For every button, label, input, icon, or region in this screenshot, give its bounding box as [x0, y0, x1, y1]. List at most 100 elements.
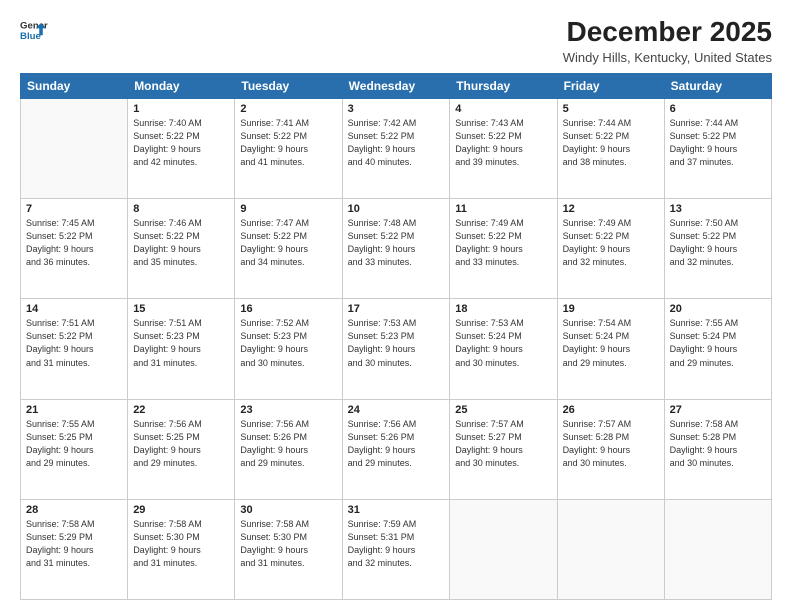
- calendar-week-3: 14 Sunrise: 7:51 AM Sunset: 5:22 PM Dayli…: [21, 299, 772, 399]
- calendar-cell: 7Sunrise: 7:45 AM Sunset: 5:22 PM Daylig…: [21, 199, 128, 299]
- day-number: 7: [26, 203, 122, 215]
- day-content: Sunrise: 7:44 AM Sunset: 5:22 PM Dayligh…: [670, 117, 766, 169]
- day-content: Sunrise: 7:49 AM Sunset: 5:22 PM Dayligh…: [563, 217, 659, 269]
- calendar-cell: 20 Sunrise: 7:55 AM Sunset: 5:24 PM Dayli…: [664, 299, 771, 399]
- day-number: 22: [133, 404, 229, 416]
- calendar-cell: 27Sunrise: 7:58 AM Sunset: 5:28 PM Dayli…: [664, 399, 771, 499]
- calendar-week-5: 28 Sunrise: 7:58 AM Sunset: 5:29 PM Dayli…: [21, 499, 772, 599]
- day-content: Sunrise: 7:56 AM Sunset: 5:26 PM Dayligh…: [240, 418, 336, 470]
- day-content: Sunrise: 7:48 AM Sunset: 5:22 PM Dayligh…: [348, 217, 445, 269]
- day-number: 28: [26, 504, 122, 516]
- day-content: Sunrise: 7:53 AM Sunset: 5:23 PM Dayligh…: [348, 317, 445, 369]
- calendar-cell: 15Sunrise: 7:51 AM Sunset: 5:23 PM Dayli…: [128, 299, 235, 399]
- calendar-table: Sunday Monday Tuesday Wednesday Thursday…: [20, 73, 772, 600]
- calendar-cell: 16 Sunrise: 7:52 AM Sunset: 5:23 PM Dayli…: [235, 299, 342, 399]
- day-number: 21: [26, 404, 122, 416]
- day-number: 10: [348, 203, 445, 215]
- calendar-cell: 10 Sunrise: 7:48 AM Sunset: 5:22 PM Dayli…: [342, 199, 450, 299]
- calendar-cell: 3 Sunrise: 7:42 AM Sunset: 5:22 PM Daylig…: [342, 99, 450, 199]
- day-content: Sunrise: 7:44 AM Sunset: 5:22 PM Dayligh…: [563, 117, 659, 169]
- calendar-cell: 21Sunrise: 7:55 AM Sunset: 5:25 PM Dayli…: [21, 399, 128, 499]
- day-number: 20: [670, 303, 766, 315]
- day-content: Sunrise: 7:46 AM Sunset: 5:22 PM Dayligh…: [133, 217, 229, 269]
- calendar-body: 1 Sunrise: 7:40 AM Sunset: 5:22 PM Daylig…: [21, 99, 772, 600]
- calendar-cell: [557, 499, 664, 599]
- day-content: Sunrise: 7:43 AM Sunset: 5:22 PM Dayligh…: [455, 117, 551, 169]
- calendar-cell: 5 Sunrise: 7:44 AM Sunset: 5:22 PM Daylig…: [557, 99, 664, 199]
- calendar-cell: 6 Sunrise: 7:44 AM Sunset: 5:22 PM Daylig…: [664, 99, 771, 199]
- day-number: 2: [240, 103, 336, 115]
- calendar-week-2: 7Sunrise: 7:45 AM Sunset: 5:22 PM Daylig…: [21, 199, 772, 299]
- day-number: 29: [133, 504, 229, 516]
- day-content: Sunrise: 7:53 AM Sunset: 5:24 PM Dayligh…: [455, 317, 551, 369]
- page: General Blue December 2025 Windy Hills, …: [0, 0, 792, 612]
- calendar-cell: 30Sunrise: 7:58 AM Sunset: 5:30 PM Dayli…: [235, 499, 342, 599]
- day-number: 3: [348, 103, 445, 115]
- day-content: Sunrise: 7:42 AM Sunset: 5:22 PM Dayligh…: [348, 117, 445, 169]
- location: Windy Hills, Kentucky, United States: [563, 50, 772, 65]
- header: General Blue December 2025 Windy Hills, …: [20, 16, 772, 65]
- day-number: 13: [670, 203, 766, 215]
- day-number: 1: [133, 103, 229, 115]
- day-number: 8: [133, 203, 229, 215]
- day-number: 23: [240, 404, 336, 416]
- day-content: Sunrise: 7:58 AM Sunset: 5:28 PM Dayligh…: [670, 418, 766, 470]
- calendar-cell: 24 Sunrise: 7:56 AM Sunset: 5:26 PM Dayli…: [342, 399, 450, 499]
- calendar-cell: 14 Sunrise: 7:51 AM Sunset: 5:22 PM Dayli…: [21, 299, 128, 399]
- calendar-cell: 25Sunrise: 7:57 AM Sunset: 5:27 PM Dayli…: [450, 399, 557, 499]
- day-number: 17: [348, 303, 445, 315]
- day-number: 11: [455, 203, 551, 215]
- col-sunday: Sunday: [21, 74, 128, 99]
- day-content: Sunrise: 7:49 AM Sunset: 5:22 PM Dayligh…: [455, 217, 551, 269]
- svg-text:Blue: Blue: [20, 31, 41, 42]
- col-saturday: Saturday: [664, 74, 771, 99]
- day-content: Sunrise: 7:52 AM Sunset: 5:23 PM Dayligh…: [240, 317, 336, 369]
- calendar-cell: 22 Sunrise: 7:56 AM Sunset: 5:25 PM Dayli…: [128, 399, 235, 499]
- day-content: Sunrise: 7:58 AM Sunset: 5:29 PM Dayligh…: [26, 518, 122, 570]
- calendar-header-row: Sunday Monday Tuesday Wednesday Thursday…: [21, 74, 772, 99]
- calendar-cell: 18 Sunrise: 7:53 AM Sunset: 5:24 PM Dayli…: [450, 299, 557, 399]
- calendar-week-1: 1 Sunrise: 7:40 AM Sunset: 5:22 PM Daylig…: [21, 99, 772, 199]
- day-content: Sunrise: 7:40 AM Sunset: 5:22 PM Dayligh…: [133, 117, 229, 169]
- logo: General Blue: [20, 16, 48, 44]
- day-content: Sunrise: 7:51 AM Sunset: 5:23 PM Dayligh…: [133, 317, 229, 369]
- calendar-cell: 9 Sunrise: 7:47 AM Sunset: 5:22 PM Daylig…: [235, 199, 342, 299]
- calendar-cell: 28 Sunrise: 7:58 AM Sunset: 5:29 PM Dayli…: [21, 499, 128, 599]
- day-content: Sunrise: 7:47 AM Sunset: 5:22 PM Dayligh…: [240, 217, 336, 269]
- day-content: Sunrise: 7:58 AM Sunset: 5:30 PM Dayligh…: [240, 518, 336, 570]
- calendar-cell: 23 Sunrise: 7:56 AM Sunset: 5:26 PM Dayli…: [235, 399, 342, 499]
- logo-icon: General Blue: [20, 16, 48, 44]
- calendar-cell: 12Sunrise: 7:49 AM Sunset: 5:22 PM Dayli…: [557, 199, 664, 299]
- day-number: 16: [240, 303, 336, 315]
- day-number: 14: [26, 303, 122, 315]
- col-wednesday: Wednesday: [342, 74, 450, 99]
- calendar-cell: 2Sunrise: 7:41 AM Sunset: 5:22 PM Daylig…: [235, 99, 342, 199]
- day-content: Sunrise: 7:55 AM Sunset: 5:24 PM Dayligh…: [670, 317, 766, 369]
- day-number: 24: [348, 404, 445, 416]
- day-number: 5: [563, 103, 659, 115]
- day-number: 4: [455, 103, 551, 115]
- calendar-week-4: 21Sunrise: 7:55 AM Sunset: 5:25 PM Dayli…: [21, 399, 772, 499]
- day-number: 6: [670, 103, 766, 115]
- day-number: 9: [240, 203, 336, 215]
- title-block: December 2025 Windy Hills, Kentucky, Uni…: [563, 16, 772, 65]
- calendar-cell: 29Sunrise: 7:58 AM Sunset: 5:30 PM Dayli…: [128, 499, 235, 599]
- day-content: Sunrise: 7:50 AM Sunset: 5:22 PM Dayligh…: [670, 217, 766, 269]
- col-tuesday: Tuesday: [235, 74, 342, 99]
- day-number: 18: [455, 303, 551, 315]
- calendar-cell: 31 Sunrise: 7:59 AM Sunset: 5:31 PM Dayli…: [342, 499, 450, 599]
- day-number: 19: [563, 303, 659, 315]
- day-content: Sunrise: 7:56 AM Sunset: 5:26 PM Dayligh…: [348, 418, 445, 470]
- calendar-cell: 8 Sunrise: 7:46 AM Sunset: 5:22 PM Daylig…: [128, 199, 235, 299]
- calendar-cell: 13 Sunrise: 7:50 AM Sunset: 5:22 PM Dayli…: [664, 199, 771, 299]
- day-content: Sunrise: 7:51 AM Sunset: 5:22 PM Dayligh…: [26, 317, 122, 369]
- day-number: 31: [348, 504, 445, 516]
- day-content: Sunrise: 7:57 AM Sunset: 5:27 PM Dayligh…: [455, 418, 551, 470]
- month-title: December 2025: [563, 16, 772, 48]
- day-content: Sunrise: 7:56 AM Sunset: 5:25 PM Dayligh…: [133, 418, 229, 470]
- calendar-cell: [664, 499, 771, 599]
- col-monday: Monday: [128, 74, 235, 99]
- calendar-cell: 11 Sunrise: 7:49 AM Sunset: 5:22 PM Dayli…: [450, 199, 557, 299]
- col-thursday: Thursday: [450, 74, 557, 99]
- day-content: Sunrise: 7:59 AM Sunset: 5:31 PM Dayligh…: [348, 518, 445, 570]
